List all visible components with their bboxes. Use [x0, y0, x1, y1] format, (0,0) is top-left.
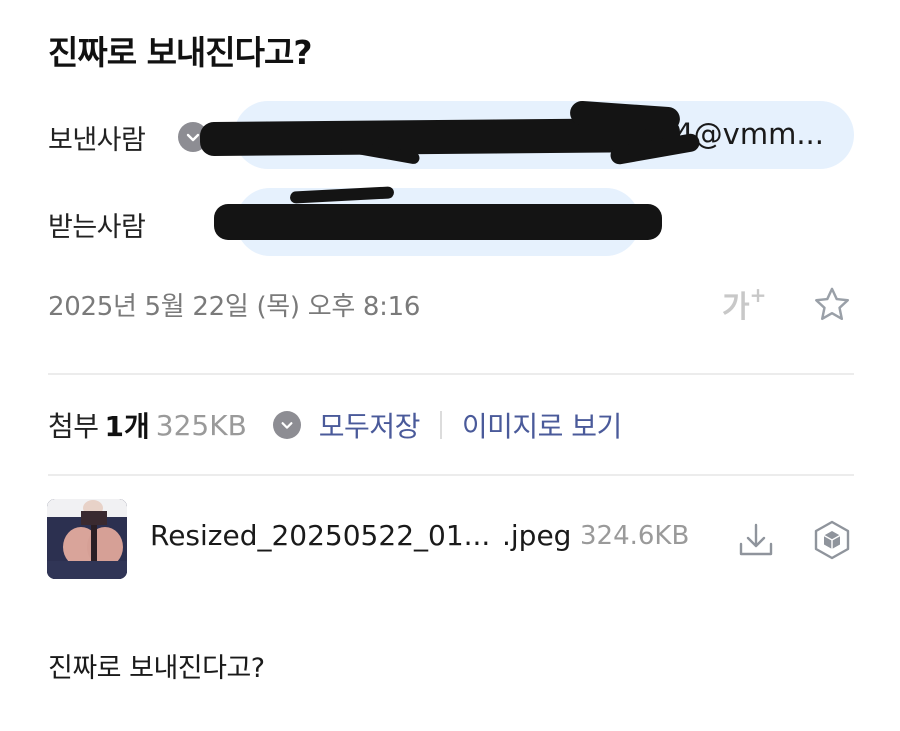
mail-body: 진짜로 보내진다고?	[48, 653, 265, 684]
download-icon[interactable]	[734, 518, 778, 562]
attachment-thumbnail[interactable]	[47, 499, 127, 579]
view-as-images-button[interactable]: 이미지로 보기	[462, 405, 622, 445]
chevron-down-icon	[281, 422, 293, 429]
attachments-title: 첨부	[48, 410, 99, 443]
separator	[439, 411, 442, 439]
mail-date: 2025년 5월 22일 (목) 오후 8:16	[48, 292, 421, 322]
attachment-file-size: 324.6KB	[580, 521, 690, 551]
attachments-total-size: 325KB	[155, 408, 247, 442]
recipient-label: 받는사람	[48, 212, 146, 243]
mail-subject: 진짜로 보내진다고?	[48, 33, 313, 72]
attachments-header: 첨부 1개 325KB 모두저장 이미지로 보기	[48, 404, 622, 446]
mail-view: 진짜로 보내진다고? 보낸사람 4@vmm... 받는사람 2025년 5월 2…	[0, 0, 900, 731]
divider	[48, 474, 854, 476]
image-thumbnail-icon	[47, 499, 127, 579]
cube-viewer-icon[interactable]	[810, 518, 854, 562]
attachment-file-name[interactable]: Resized_20250522_01...	[150, 519, 490, 552]
font-size-button[interactable]: 가+	[722, 282, 766, 326]
divider	[48, 373, 854, 375]
font-size-plus: +	[749, 283, 767, 307]
attachments-toggle-button[interactable]	[272, 411, 301, 439]
redaction-mark	[214, 204, 662, 240]
chevron-down-icon	[186, 133, 200, 142]
attachment-file-ext: .jpeg	[502, 519, 572, 552]
star-icon[interactable]	[811, 284, 853, 326]
sender-label: 보낸사람	[48, 125, 146, 156]
font-size-label: 가	[722, 290, 750, 325]
attachments-count: 1개	[104, 410, 150, 443]
save-all-button[interactable]: 모두저장	[319, 405, 421, 445]
